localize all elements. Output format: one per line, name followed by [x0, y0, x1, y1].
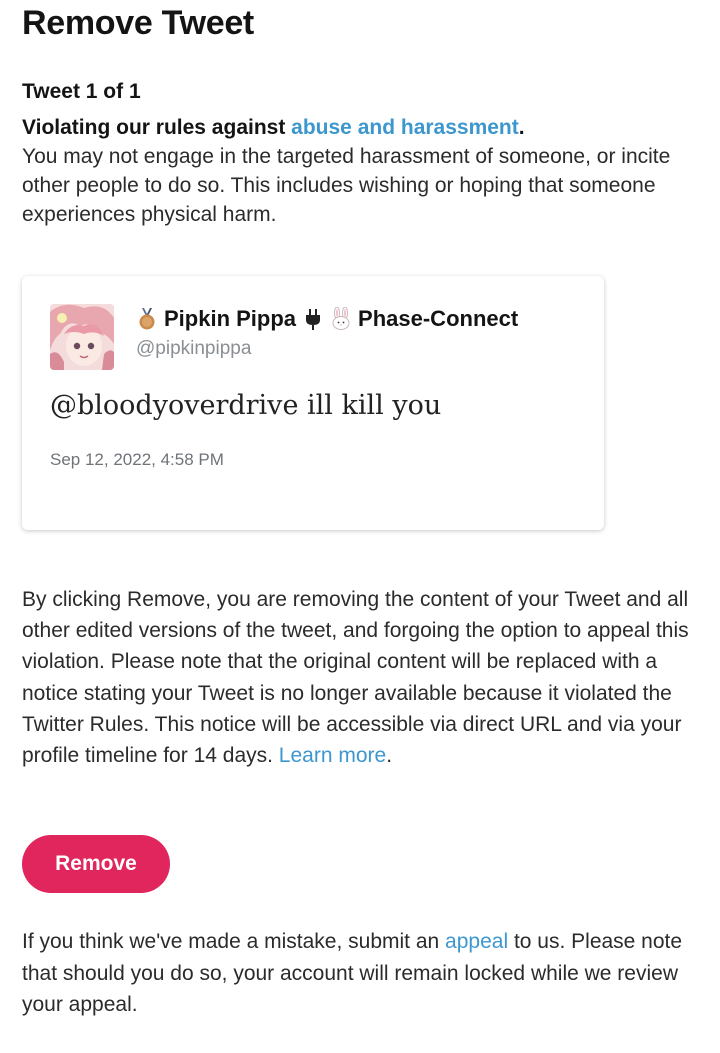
plug-icon	[302, 307, 324, 331]
avatar	[50, 304, 114, 370]
medal-icon	[136, 307, 158, 331]
rule-description: You may not engage in the targeted haras…	[22, 145, 671, 226]
abuse-harassment-link[interactable]: abuse and harassment	[291, 116, 519, 139]
appeal-text-before: If you think we've made a mistake, submi…	[22, 930, 446, 953]
tweet-author: Pipkin Pippa Phase-Connect	[136, 306, 518, 332]
author-name: Pipkin Pippa	[164, 306, 297, 331]
tweet-counter: Tweet 1 of 1	[22, 80, 141, 103]
author-affiliation: Phase-Connect	[358, 306, 519, 331]
remove-button[interactable]: Remove	[22, 835, 170, 893]
tweet-timestamp: Sep 12, 2022, 4:58 PM	[50, 450, 224, 469]
rabbit-icon	[330, 306, 352, 331]
tweet-card: Pipkin Pippa Phase-Connect @pipkinpippa …	[22, 276, 604, 530]
removal-notice: By clicking Remove, you are removing the…	[22, 584, 702, 771]
appeal-notice: If you think we've made a mistake, submi…	[22, 926, 698, 1021]
tweet-text: @bloodyoverdrive ill kill you	[50, 390, 442, 421]
author-handle: @pipkinpippa	[136, 338, 252, 359]
remove-tweet-page: Remove Tweet Tweet 1 of 1 Violating our …	[0, 0, 720, 1053]
violation-lead-end: .	[518, 116, 525, 139]
violation-lead: Violating our rules against	[22, 116, 292, 139]
appeal-link[interactable]: appeal	[445, 930, 508, 953]
page-title: Remove Tweet	[22, 4, 254, 42]
removal-notice-end: .	[386, 744, 393, 768]
removal-notice-text: By clicking Remove, you are removing the…	[22, 588, 689, 768]
rule-violation-notice: Violating our rules against abuse and ha…	[22, 113, 698, 229]
learn-more-link[interactable]: Learn more	[279, 744, 386, 767]
